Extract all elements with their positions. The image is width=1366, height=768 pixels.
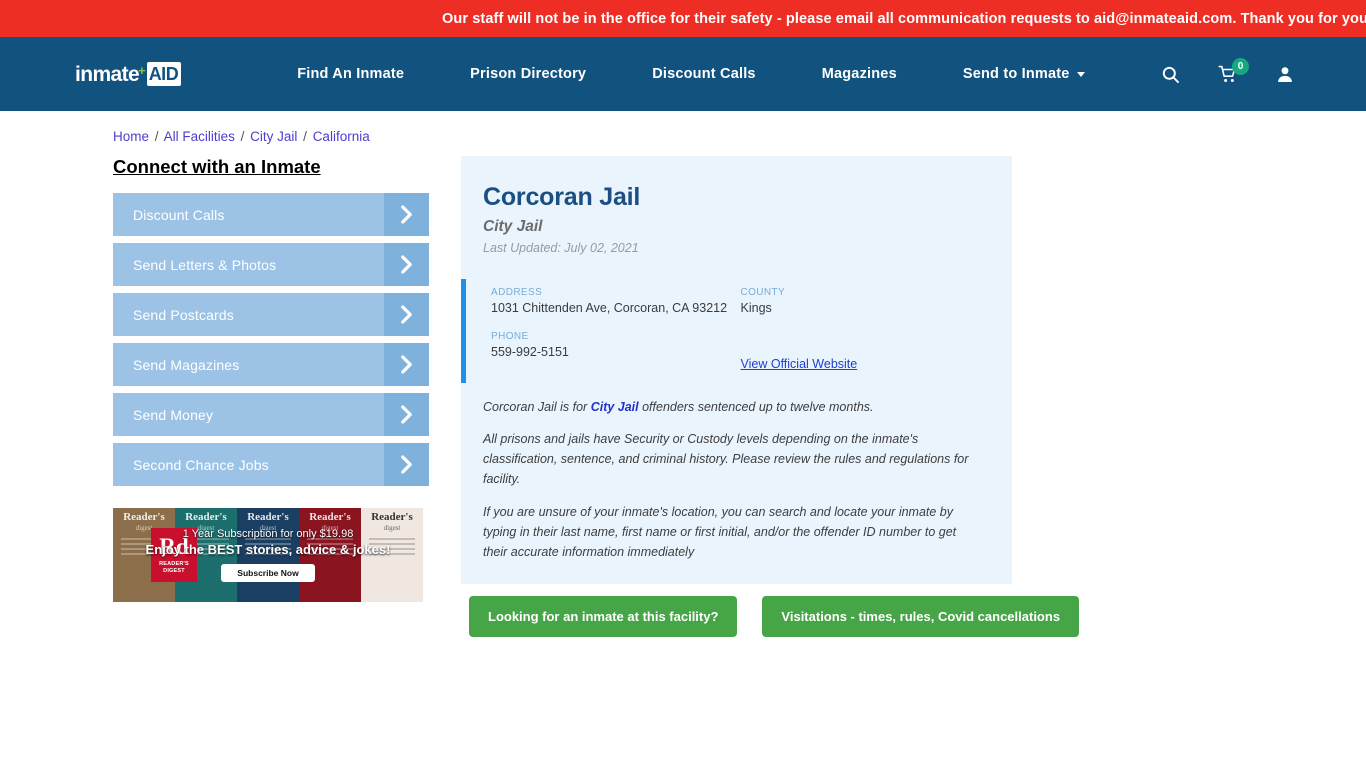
sidebar-item-label: Send Letters & Photos [133, 256, 277, 273]
address-field: ADDRESS 1031 Chittenden Ave, Corcoran, C… [491, 287, 741, 315]
facility-info-block: ADDRESS 1031 Chittenden Ave, Corcoran, C… [461, 278, 1012, 383]
chevron-right-icon [384, 393, 429, 436]
sidebar-item-label: Second Chance Jobs [133, 456, 269, 473]
chevron-right-icon [384, 343, 429, 386]
address-value: 1031 Chittenden Ave, Corcoran, CA 93212 [491, 300, 728, 315]
phone-value: 559-992-5151 [491, 344, 569, 359]
sidebar-item-discount-calls[interactable]: Discount Calls [113, 193, 429, 236]
county-field: COUNTY Kings [741, 287, 991, 315]
sidebar-title: Connect with an Inmate [113, 156, 321, 177]
sidebar-item-label: Send Postcards [133, 306, 234, 323]
site-logo[interactable]: inmate + AID [75, 61, 182, 87]
breadcrumb-item-home[interactable]: Home [113, 129, 149, 144]
logo-aid-badge: AID [146, 62, 182, 86]
header-actions: 0 [1161, 57, 1294, 84]
sidebar-item-label: Send Money [133, 406, 214, 423]
sidebar-item-second-chance-jobs[interactable]: Second Chance Jobs [113, 443, 429, 486]
chevron-right-icon [384, 193, 429, 236]
find-inmate-button[interactable]: Looking for an inmate at this facility? [469, 596, 738, 638]
paragraph-1-prefix: Corcoran Jail is for [483, 399, 591, 414]
facility-info-right-column: COUNTY Kings View Official Website [741, 287, 991, 373]
logo-wordmark: inmate [75, 62, 140, 86]
nav-item-send-to-inmate[interactable]: Send to Inmate [963, 66, 1085, 82]
facility-paragraph-3: If you are unsure of your inmate's locat… [483, 504, 957, 560]
nav-item-send-to-inmate-label: Send to Inmate [962, 66, 1070, 82]
search-button[interactable] [1161, 65, 1180, 84]
nav-item-magazines[interactable]: Magazines [822, 66, 897, 82]
cart-button[interactable]: 0 [1218, 57, 1249, 84]
nav-item-prison-directory[interactable]: Prison Directory [470, 66, 586, 82]
official-website-field: View Official Website [741, 331, 991, 373]
breadcrumb-separator: / [240, 129, 245, 144]
county-value: Kings [740, 300, 772, 315]
search-icon [1162, 66, 1179, 83]
ad-headline: 1 Year Subscription for only $19.98 [182, 528, 354, 540]
user-icon [1278, 66, 1292, 82]
alert-banner-text: Our staff will not be in the office for … [442, 10, 1366, 27]
page-content: Home / All Facilities / City Jail / Cali… [0, 111, 1366, 638]
alert-banner: Our staff will not be in the office for … [0, 0, 1366, 37]
cart-count-badge: 0 [1232, 57, 1249, 75]
county-label: COUNTY [740, 286, 786, 298]
breadcrumb-item-city-jail[interactable]: City Jail [250, 129, 297, 144]
sidebar-item-send-money[interactable]: Send Money [113, 393, 429, 436]
sidebar-item-send-magazines[interactable]: Send Magazines [113, 343, 429, 386]
chevron-right-icon [384, 293, 429, 336]
sidebar-item-label: Discount Calls [133, 206, 225, 223]
sidebar-item-label: Send Magazines [133, 356, 240, 373]
facility-last-updated: Last Updated: July 02, 2021 [483, 240, 639, 255]
facility-card-header: Corcoran Jail City Jail Last Updated: Ju… [461, 183, 1012, 255]
sidebar: Connect with an Inmate Discount Calls Se… [113, 156, 429, 637]
sidebar-item-send-letters-photos[interactable]: Send Letters & Photos [113, 243, 429, 286]
ad-subscribe-button[interactable]: Subscribe Now [221, 564, 315, 582]
breadcrumb: Home / All Facilities / City Jail / Cali… [113, 129, 1366, 144]
breadcrumb-separator: / [303, 129, 307, 144]
facility-info-left-column: ADDRESS 1031 Chittenden Ave, Corcoran, C… [491, 287, 741, 373]
facility-paragraph-1: Corcoran Jail is for City Jail offenders… [483, 397, 982, 417]
cta-button-row: Looking for an inmate at this facility? … [461, 596, 1080, 638]
account-button[interactable] [1276, 65, 1294, 84]
facility-type: City Jail [483, 217, 543, 235]
breadcrumb-item-all-facilities[interactable]: All Facilities [164, 129, 235, 144]
main-column: Corcoran Jail City Jail Last Updated: Ju… [461, 156, 1080, 638]
breadcrumb-item-california[interactable]: California [313, 129, 370, 144]
main-navigation: Find An Inmate Prison Directory Discount… [297, 66, 1085, 82]
phone-label: PHONE [491, 330, 529, 342]
nav-item-discount-calls[interactable]: Discount Calls [652, 66, 756, 82]
facility-description: Corcoran Jail is for City Jail offenders… [461, 383, 1012, 563]
site-header: inmate + AID Find An Inmate Prison Direc… [0, 37, 1366, 111]
sidebar-item-send-postcards[interactable]: Send Postcards [113, 293, 429, 336]
chevron-right-icon [384, 243, 429, 286]
advertisement-banner[interactable]: Reader's digest Reader's digest Reader's… [113, 508, 423, 602]
facility-name: Corcoran Jail [483, 183, 641, 211]
address-label: ADDRESS [491, 286, 543, 298]
chevron-right-icon [384, 443, 429, 486]
phone-field: PHONE 559-992-5151 [491, 331, 741, 359]
official-website-link[interactable]: View Official Website [741, 357, 858, 371]
facility-card: Corcoran Jail City Jail Last Updated: Ju… [461, 156, 1012, 585]
paragraph-1-suffix: offenders sentenced up to twelve months. [638, 399, 874, 414]
ad-subheadline: Enjoy the BEST stories, advice & jokes! [145, 542, 391, 557]
nav-item-find-an-inmate[interactable]: Find An Inmate [297, 66, 404, 82]
city-jail-link[interactable]: City Jail [591, 400, 639, 414]
breadcrumb-separator: / [154, 129, 159, 144]
visitations-button[interactable]: Visitations - times, rules, Covid cancel… [762, 596, 1080, 638]
ad-overlay: 1 Year Subscription for only $19.98 Enjo… [113, 508, 423, 602]
content-row: Connect with an Inmate Discount Calls Se… [0, 156, 1366, 638]
chevron-down-icon [1076, 71, 1085, 77]
logo-plus-icon: + [138, 62, 146, 78]
facility-paragraph-2: All prisons and jails have Security or C… [483, 431, 969, 487]
